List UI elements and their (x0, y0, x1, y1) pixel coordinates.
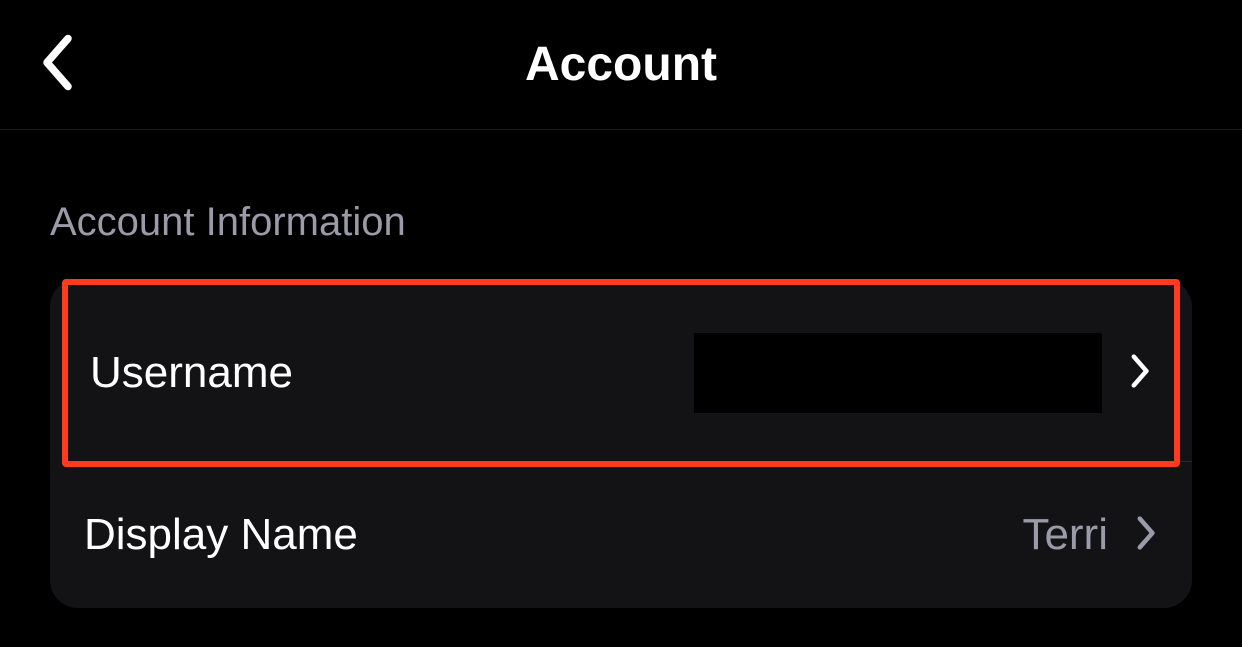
page-title: Account (525, 37, 717, 92)
content-area: Account Information Username Display Nam… (0, 130, 1242, 608)
display-name-row[interactable]: Display Name Terri (50, 462, 1192, 608)
username-label: Username (90, 348, 293, 398)
row-right: Terri (1022, 510, 1158, 560)
display-name-label: Display Name (84, 510, 358, 560)
chevron-right-icon (1130, 353, 1152, 394)
chevron-right-icon (1136, 515, 1158, 556)
chevron-left-icon (36, 32, 76, 97)
section-heading: Account Information (50, 200, 1192, 245)
row-right (694, 333, 1152, 413)
display-name-value: Terri (1022, 510, 1108, 560)
settings-card: Username Display Name Terri (50, 279, 1192, 608)
back-button[interactable] (36, 32, 76, 97)
page-header: Account (0, 0, 1242, 130)
username-row[interactable]: Username (62, 279, 1180, 467)
username-value-redacted (694, 333, 1102, 413)
